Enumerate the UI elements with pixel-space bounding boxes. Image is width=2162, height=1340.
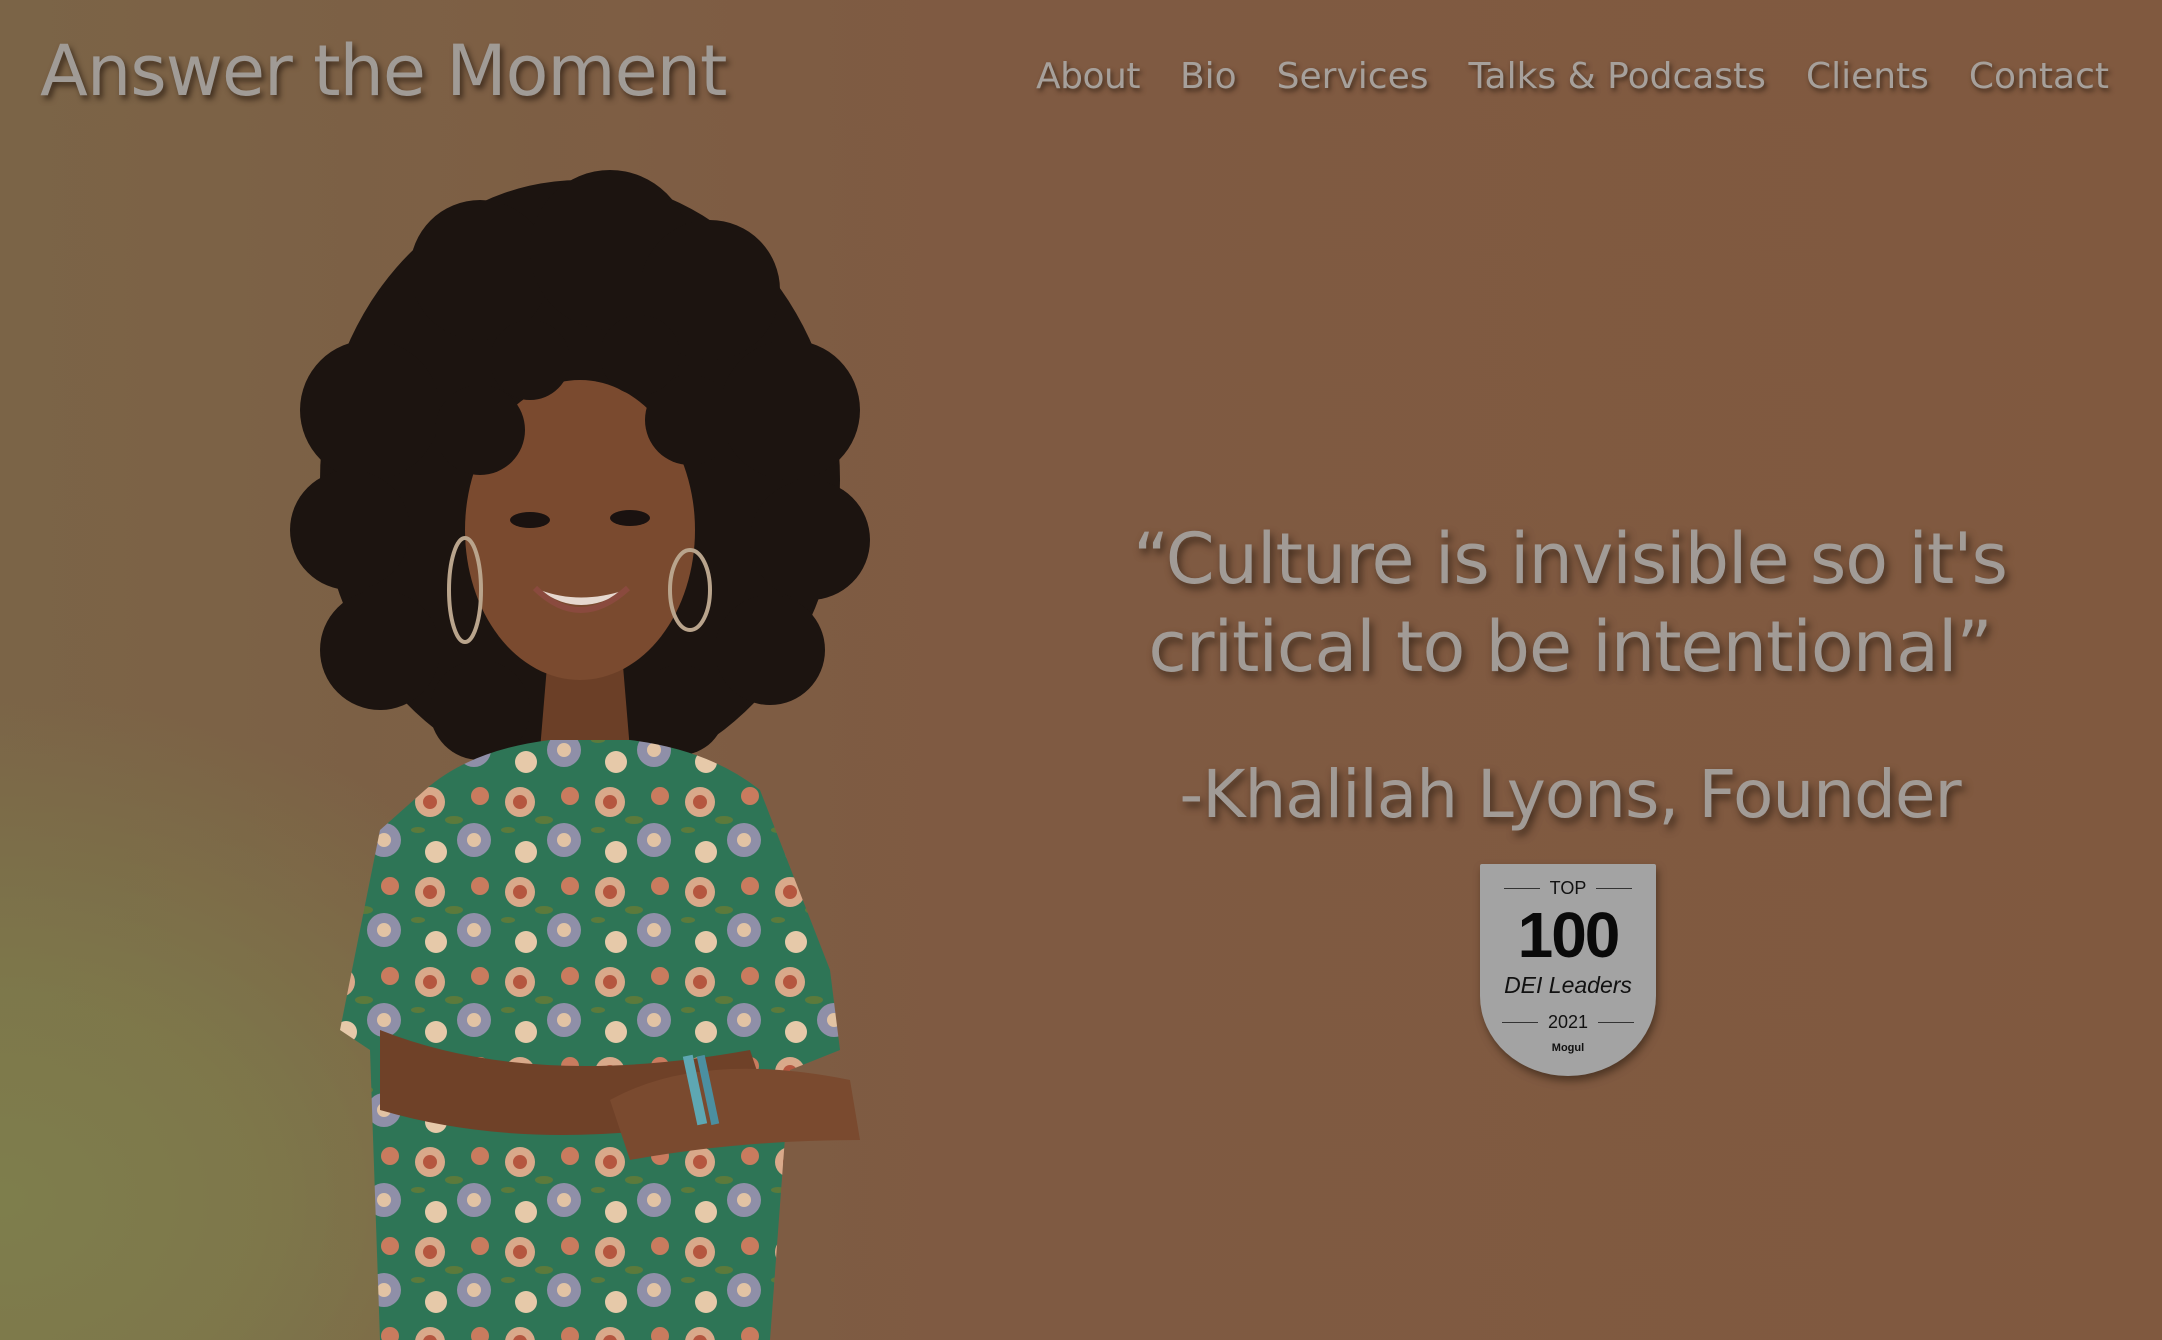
nav-contact[interactable]: Contact — [1969, 56, 2109, 97]
nav-item: Bio — [1180, 56, 1237, 97]
badge-year-row: 2021 — [1480, 1012, 1656, 1033]
hero-quote: “Culture is invisible so it's critical t… — [1090, 515, 2050, 691]
badge-divider — [1596, 888, 1633, 889]
site-title[interactable]: Answer the Moment — [40, 30, 727, 112]
main-nav: About Bio Services Talks & Podcasts Clie… — [1036, 56, 2109, 97]
quote-line-1: “Culture is invisible so it's — [1133, 518, 2008, 600]
badge-number: 100 — [1517, 899, 1621, 971]
nav-item: Services — [1277, 56, 1429, 97]
nav-bio[interactable]: Bio — [1180, 56, 1237, 97]
quote-line-2: critical to be intentional” — [1148, 606, 1992, 688]
nav-item: Clients — [1806, 56, 1929, 97]
badge-top-label: TOP — [1549, 878, 1587, 898]
nav-about[interactable]: About — [1036, 56, 1140, 97]
nav-item: About — [1036, 56, 1140, 97]
quote-attribution: -Khalilah Lyons, Founder — [1179, 756, 1961, 833]
nav-item: Talks & Podcasts — [1468, 56, 1765, 97]
founder-portrait — [290, 170, 870, 1340]
badge-divider — [1501, 1022, 1538, 1023]
badge-brand: Mogul — [1551, 1042, 1585, 1054]
dei-leaders-badge: TOP 100 DEI Leaders 2021 Mogul — [1480, 864, 1656, 1076]
badge-divider — [1503, 888, 1540, 889]
nav-item: Contact — [1969, 56, 2109, 97]
badge-label: DEI Leaders — [1504, 972, 1632, 998]
badge-year: 2021 — [1547, 1012, 1589, 1032]
badge-divider — [1598, 1022, 1635, 1023]
nav-clients[interactable]: Clients — [1806, 56, 1929, 97]
badge-top-row: TOP — [1480, 878, 1656, 899]
nav-services[interactable]: Services — [1277, 56, 1429, 97]
nav-talks-podcasts[interactable]: Talks & Podcasts — [1468, 56, 1765, 97]
